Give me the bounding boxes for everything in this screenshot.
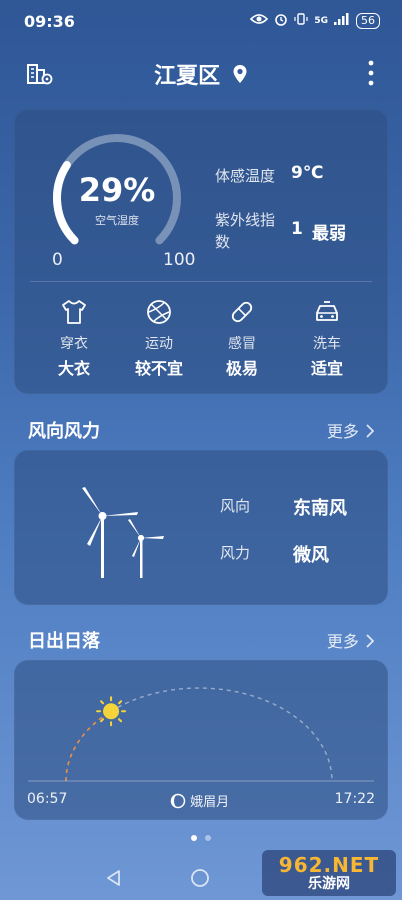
- divider: [30, 281, 372, 282]
- more-menu-icon[interactable]: [368, 60, 374, 90]
- wind-card: 风向 东南风 风力 微风: [14, 450, 388, 605]
- index-value: 较不宜: [134, 359, 183, 378]
- gauge-max: 100: [163, 250, 196, 270]
- wind-force-label: 风力: [220, 544, 251, 562]
- humidity-label: 空气湿度: [95, 214, 139, 227]
- index-name: 穿衣: [60, 336, 88, 352]
- pill-icon: [202, 299, 282, 329]
- nav-back-icon[interactable]: [104, 868, 124, 892]
- chevron-right-icon: [366, 423, 375, 442]
- car-icon: [287, 299, 367, 329]
- moon-icon: [170, 793, 186, 813]
- index-name: 感冒: [228, 336, 256, 352]
- wind-direction-value: 东南风: [293, 498, 347, 519]
- sun-arc-remaining: [110, 687, 333, 782]
- vibrate-icon: [294, 12, 308, 29]
- humidity-value: 29%: [78, 171, 156, 209]
- uv-label-line2: 数: [215, 233, 231, 251]
- uv-value: 1: [291, 219, 303, 239]
- sunrise-time: 06:57: [27, 791, 68, 807]
- uv-label: 紫外线指 数: [215, 209, 275, 253]
- eye-icon: [250, 13, 269, 28]
- alarm-icon: [274, 12, 288, 29]
- chevron-right-icon: [366, 633, 375, 652]
- index-value: 适宜: [310, 359, 343, 378]
- feels-like-value: 9℃: [291, 163, 324, 183]
- watermark-logo: 962.NET 乐游网: [262, 850, 396, 896]
- index-value: 大衣: [57, 359, 90, 378]
- signal-icon: [334, 13, 350, 28]
- wind-turbine-icon: [76, 484, 186, 588]
- more-label: 更多: [326, 632, 359, 651]
- network-label: 5G: [314, 15, 328, 26]
- wind-section-title: 风向风力: [28, 421, 100, 442]
- index-name: 运动: [145, 336, 173, 352]
- page-indicator: [0, 835, 402, 841]
- ball-icon: [119, 299, 199, 329]
- feels-like-label: 体感温度: [215, 167, 276, 185]
- uv-level: 最弱: [312, 224, 346, 244]
- sunset-time: 17:22: [334, 791, 375, 807]
- nav-home-icon[interactable]: [190, 868, 210, 892]
- index-cold[interactable]: 感冒 极易: [202, 299, 282, 379]
- sun-icon: [96, 696, 127, 727]
- status-icons: 5G 56: [250, 12, 380, 29]
- sun-more-link[interactable]: 更多: [326, 628, 375, 652]
- uv-label-line1: 紫外线指: [215, 211, 276, 229]
- weather-detail-card: 29% 空气湿度 0 100 体感温度 9℃ 紫外线指 数 1 最弱 穿衣 大衣…: [14, 109, 388, 394]
- city-title[interactable]: 江夏区: [0, 58, 402, 90]
- wind-direction-label: 风向: [220, 497, 251, 515]
- watermark-line2: 乐游网: [308, 876, 350, 892]
- gauge-min: 0: [52, 250, 63, 270]
- status-time: 09:36: [24, 12, 75, 31]
- sun-section-title: 日出日落: [28, 631, 100, 652]
- page-dot-active[interactable]: [191, 835, 197, 841]
- more-label: 更多: [326, 422, 359, 441]
- shirt-icon: [34, 299, 114, 329]
- index-sport[interactable]: 运动 较不宜: [119, 299, 199, 379]
- status-bar: 09:36 5G 56: [0, 0, 402, 44]
- sun-arc-elapsed: [65, 710, 112, 782]
- index-clothing[interactable]: 穿衣 大衣: [34, 299, 114, 379]
- page-dot[interactable]: [205, 835, 211, 841]
- moon-phase: 娥眉月: [170, 791, 229, 813]
- wind-force-value: 微风: [293, 545, 329, 566]
- location-pin-icon: [232, 64, 248, 90]
- sun-card: 06:57 娥眉月 17:22: [14, 660, 388, 820]
- index-value: 极易: [225, 359, 258, 378]
- index-name: 洗车: [313, 336, 341, 352]
- battery-indicator: 56: [356, 12, 380, 29]
- wind-more-link[interactable]: 更多: [326, 418, 375, 442]
- watermark-line1: 962.NET: [278, 853, 380, 877]
- city-name: 江夏区: [154, 64, 221, 89]
- moon-phase-label: 娥眉月: [190, 795, 230, 810]
- index-carwash[interactable]: 洗车 适宜: [287, 299, 367, 379]
